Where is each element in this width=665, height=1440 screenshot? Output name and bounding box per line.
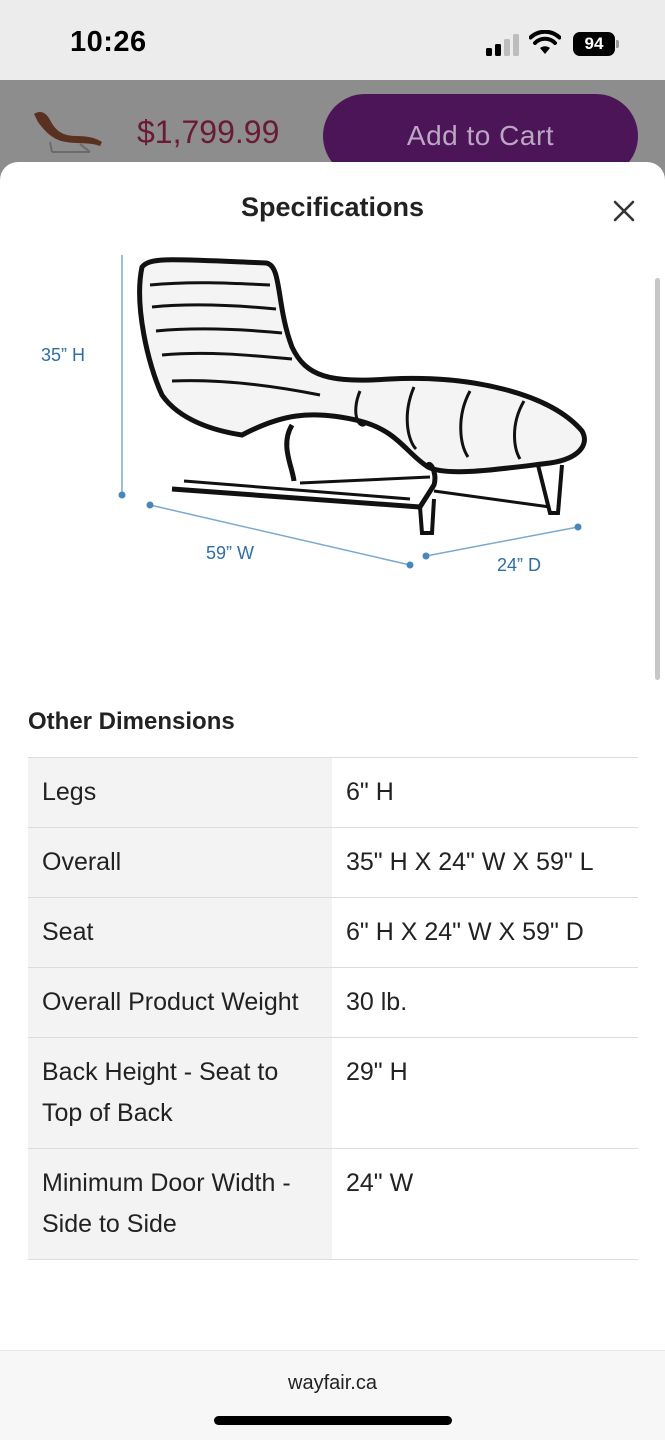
battery-level: 94 <box>573 32 615 56</box>
table-row: Back Height - Seat to Top of Back 29" H <box>28 1037 638 1149</box>
table-row: Seat 6" H X 24" W X 59" D <box>28 897 638 968</box>
browser-bottom-bar <box>0 1350 665 1440</box>
dimension-label: Minimum Door Width - Side to Side <box>28 1148 332 1260</box>
home-indicator[interactable] <box>214 1416 452 1425</box>
chaise-dimension-drawing <box>118 255 587 569</box>
dimension-label: Overall Product Weight <box>28 967 332 1038</box>
table-row: Overall Product Weight 30 lb. <box>28 967 638 1038</box>
width-dimension-label: 59” W <box>206 543 255 563</box>
scrollbar[interactable] <box>655 278 660 680</box>
dimensions-table: Legs 6" H Overall 35" H X 24" W X 59" L … <box>28 757 638 1260</box>
product-price: $1,799.99 <box>137 114 280 150</box>
sheet-title: Specifications <box>240 192 425 222</box>
address-bar-domain[interactable]: wayfair.ca <box>0 1372 665 1395</box>
status-time: 10:26 <box>70 26 147 58</box>
dimension-label: Back Height - Seat to Top of Back <box>28 1037 332 1149</box>
other-dimensions-heading: Other Dimensions <box>28 708 235 735</box>
product-thumbnail <box>34 112 102 153</box>
dimension-value: 35" H X 24" W X 59" L <box>332 827 638 898</box>
close-icon[interactable] <box>611 198 637 224</box>
table-row: Minimum Door Width - Side to Side 24" W <box>28 1148 638 1260</box>
dimension-value: 29" H <box>332 1037 638 1149</box>
dimension-value: 30 lb. <box>332 967 638 1038</box>
dimension-label: Legs <box>28 757 332 828</box>
table-row: Legs 6" H <box>28 757 638 828</box>
dimension-value: 6" H X 24" W X 59" D <box>332 897 638 968</box>
wifi-icon <box>529 30 561 54</box>
battery-icon: 94 <box>573 32 619 56</box>
table-row: Overall 35" H X 24" W X 59" L <box>28 827 638 898</box>
depth-dimension-label: 24” D <box>497 555 542 575</box>
dimension-value: 24" W <box>332 1148 638 1260</box>
dimension-value: 6" H <box>332 757 638 828</box>
cellular-signal-icon <box>486 34 519 56</box>
dimension-label: Overall <box>28 827 332 898</box>
dimension-label: Seat <box>28 897 332 968</box>
height-dimension-label: 35” H <box>41 345 86 365</box>
status-bar: 10:26 94 <box>0 0 665 80</box>
